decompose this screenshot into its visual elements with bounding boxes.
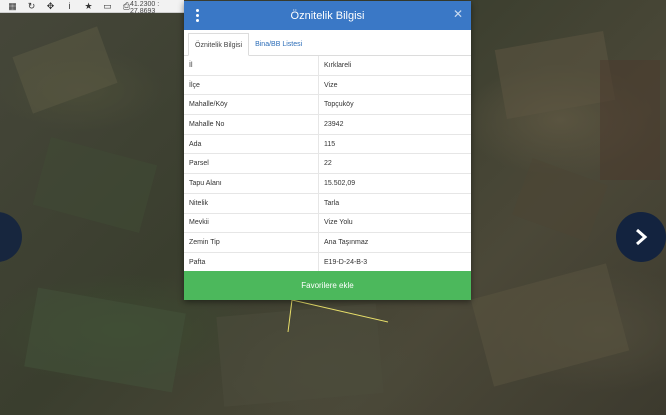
- close-icon[interactable]: ✕: [453, 7, 463, 21]
- coordinate-readout: 41.2300 : 27.8693: [130, 1, 160, 15]
- row-key: Pafta: [184, 252, 319, 272]
- table-row: Mahalle/Köy Topçuköy: [184, 95, 471, 116]
- refresh-icon[interactable]: ↻: [27, 1, 36, 11]
- row-key: Mahalle/Köy: [184, 95, 319, 115]
- row-value: E19-D-24-B-3: [324, 258, 368, 266]
- row-value: 15.502,09: [324, 179, 356, 187]
- table-row: Pafta E19-D-24-B-3: [184, 252, 471, 273]
- row-key: Mevkii: [184, 213, 319, 233]
- table-row: Parsel 22: [184, 154, 471, 175]
- next-button[interactable]: [616, 212, 666, 262]
- crosshair-icon[interactable]: ✥: [46, 1, 55, 11]
- row-key: Zemin Tip: [184, 233, 319, 252]
- attribute-table: İl Kırklareli İlçe Vize Mahalle/Köy Topçukö…: [184, 56, 471, 273]
- dialog-title: Öznitelik Bilgisi: [290, 9, 365, 22]
- table-row: Mevkii Vize Yolu: [184, 213, 471, 234]
- kebab-menu-icon[interactable]: [194, 9, 200, 22]
- table-row: Ada 115: [184, 134, 471, 155]
- table-row: Nitelik Tarla: [184, 193, 471, 214]
- tab-attributes[interactable]: Öznitelik Bilgisi: [188, 33, 250, 56]
- row-value: 23942: [324, 120, 344, 128]
- dialog-tabs: Öznitelik Bilgisi Bina/BB Listesi: [184, 30, 471, 56]
- attribute-dialog: Öznitelik Bilgisi ✕ Öznitelik Bilgisi Bi…: [184, 1, 471, 300]
- table-row: İlçe Vize: [184, 75, 471, 96]
- table-row: Mahalle No 23942: [184, 115, 471, 135]
- map-toolbar: ▦ ↻ ✥ i ★ ▭ ⎙ 41.2300 : 27.8693: [0, 0, 184, 15]
- row-value: 22: [324, 160, 332, 168]
- row-value: Topçuköy: [324, 101, 354, 109]
- row-key: Mahalle No: [184, 115, 319, 134]
- row-value: Vize: [324, 81, 338, 89]
- row-key: Ada: [184, 134, 319, 154]
- tab-building-list[interactable]: Bina/BB Listesi: [249, 33, 308, 56]
- dialog-header: Öznitelik Bilgisi ✕: [184, 1, 471, 30]
- table-row: İl Kırklareli: [184, 56, 471, 76]
- table-row: Tapu Alanı 15.502,09: [184, 174, 471, 194]
- row-value: 115: [324, 140, 336, 148]
- measure-icon[interactable]: ▭: [103, 1, 112, 11]
- row-value: Tarla: [324, 199, 340, 207]
- row-value: Ana Taşınmaz: [324, 239, 369, 247]
- table-row: Zemin Tip Ana Taşınmaz: [184, 233, 471, 253]
- row-value: Kırklareli: [324, 61, 352, 69]
- chevron-right-icon: [636, 228, 648, 246]
- row-key: İl: [184, 56, 319, 75]
- parcel-boundary: [287, 299, 389, 333]
- row-key: Parsel: [184, 154, 319, 174]
- row-key: Tapu Alanı: [184, 174, 319, 193]
- add-favorite-button[interactable]: Favorilere ekle: [184, 271, 471, 300]
- row-key: Nitelik: [184, 193, 319, 213]
- row-key: İlçe: [184, 75, 319, 95]
- star-icon[interactable]: ★: [84, 1, 93, 11]
- row-value: Vize Yolu: [324, 219, 353, 227]
- info-icon[interactable]: i: [65, 1, 74, 11]
- layers-icon[interactable]: ▦: [8, 1, 17, 11]
